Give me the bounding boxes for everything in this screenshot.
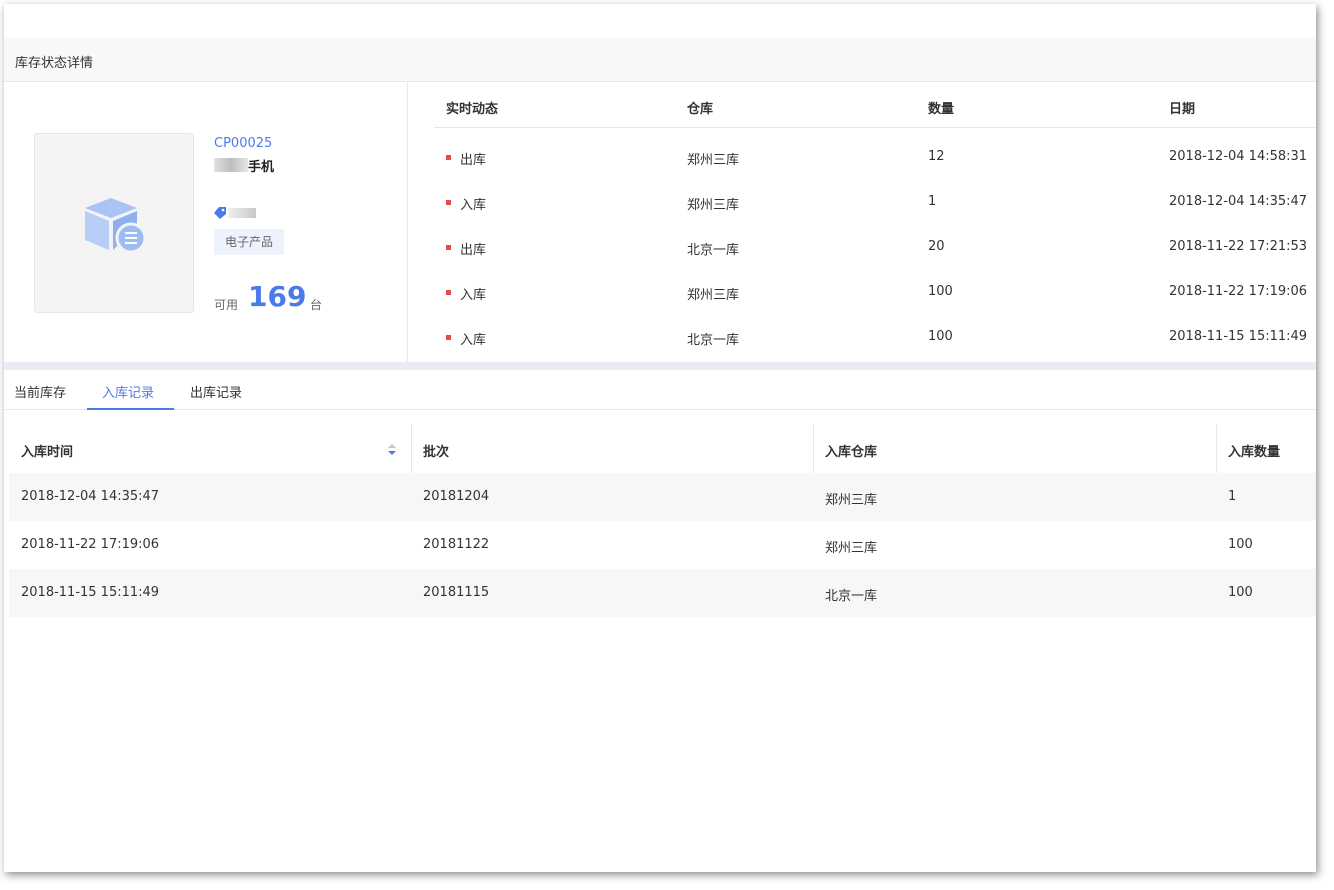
col-batch: 批次 <box>423 445 450 460</box>
category-tag: 电子产品 <box>214 229 284 255</box>
product-name: 手机 <box>248 160 275 175</box>
activity-row: 入库 郑州三库 100 2018-11-22 17:19:06 <box>434 269 1316 314</box>
activity-warehouse: 郑州三库 <box>687 198 740 213</box>
redacted-brand-name <box>214 158 248 172</box>
activity-warehouse: 郑州三库 <box>687 288 740 303</box>
activity-date: 2018-11-15 15:11:49 <box>1169 329 1308 344</box>
inventory-detail-window: 库存状态详情 CP00025 手机 电子产品 可用 169 台 实时动态 仓库 … <box>4 4 1316 872</box>
activity-type: 出库 <box>460 153 487 168</box>
activity-qty: 100 <box>928 284 953 299</box>
table-row[interactable]: 2018-11-22 17:19:06 20181122 郑州三库 100 <box>9 521 1316 569</box>
activity-type: 出库 <box>460 243 487 258</box>
table-row[interactable]: 2018-12-04 14:35:47 20181204 郑州三库 1 <box>9 473 1316 521</box>
activity-qty: 20 <box>928 239 945 254</box>
record-tabs: 当前库存 入库记录 出库记录 <box>4 370 1316 410</box>
activity-type: 入库 <box>460 198 487 213</box>
status-dot <box>446 335 451 340</box>
activity-warehouse: 北京一库 <box>687 243 740 258</box>
cell-time: 2018-11-22 17:19:06 <box>21 537 160 552</box>
activity-row: 出库 郑州三库 12 2018-12-04 14:58:31 <box>434 134 1316 179</box>
section-divider <box>4 362 1316 370</box>
activity-header: 实时动态 仓库 数量 日期 <box>434 82 1316 128</box>
cell-warehouse: 郑州三库 <box>825 541 878 556</box>
activity-feed: 实时动态 仓库 数量 日期 出库 郑州三库 12 2018-12-04 14:5… <box>434 82 1316 362</box>
cell-time: 2018-12-04 14:35:47 <box>21 489 160 504</box>
column-divider <box>813 424 814 473</box>
status-dot <box>446 245 451 250</box>
activity-qty: 100 <box>928 329 953 344</box>
status-dot <box>446 155 451 160</box>
status-dot <box>446 290 451 295</box>
product-card: CP00025 手机 电子产品 可用 169 台 <box>4 82 408 362</box>
cell-warehouse: 郑州三库 <box>825 493 878 508</box>
page-title: 库存状态详情 <box>15 56 94 71</box>
activity-col-qty: 数量 <box>928 102 955 117</box>
cell-time: 2018-11-15 15:11:49 <box>21 585 160 600</box>
activity-date: 2018-11-22 17:21:53 <box>1169 239 1308 254</box>
tab-outbound-records[interactable]: 出库记录 <box>190 382 242 401</box>
cell-batch: 20181122 <box>423 537 490 552</box>
tag-icon <box>214 207 226 219</box>
status-dot <box>446 200 451 205</box>
product-image <box>34 133 194 313</box>
available-unit: 台 <box>310 298 323 312</box>
activity-col-warehouse: 仓库 <box>687 102 714 117</box>
column-divider <box>411 424 412 473</box>
col-inbound-qty: 入库数量 <box>1228 445 1281 460</box>
panel-header: 库存状态详情 <box>4 38 1316 82</box>
activity-qty: 12 <box>928 149 945 164</box>
col-inbound-warehouse: 入库仓库 <box>825 445 878 460</box>
cell-batch: 20181204 <box>423 489 490 504</box>
activity-row: 出库 北京一库 20 2018-11-22 17:21:53 <box>434 224 1316 269</box>
activity-type: 入库 <box>460 333 487 348</box>
activity-type: 入库 <box>460 288 487 303</box>
redacted-brand-label <box>228 208 256 218</box>
activity-qty: 1 <box>928 194 937 209</box>
available-count: 169 <box>248 280 307 313</box>
activity-col-date: 日期 <box>1169 102 1196 117</box>
activity-warehouse: 郑州三库 <box>687 153 740 168</box>
activity-date: 2018-12-04 14:35:47 <box>1169 194 1308 209</box>
activity-col-type: 实时动态 <box>446 102 499 117</box>
cell-warehouse: 北京一库 <box>825 589 878 604</box>
cell-qty: 100 <box>1228 585 1253 600</box>
col-inbound-time[interactable]: 入库时间 <box>21 441 73 460</box>
cell-qty: 1 <box>1228 489 1237 504</box>
table-row[interactable]: 2018-11-15 15:11:49 20181115 北京一库 100 <box>9 569 1316 617</box>
active-tab-indicator <box>87 408 174 410</box>
activity-date: 2018-12-04 14:58:31 <box>1169 149 1308 164</box>
activity-date: 2018-11-22 17:19:06 <box>1169 284 1308 299</box>
brand-tag-row <box>214 206 274 220</box>
sort-icon[interactable] <box>387 444 397 456</box>
activity-row: 入库 郑州三库 1 2018-12-04 14:35:47 <box>434 179 1316 224</box>
activity-row: 入库 北京一库 100 2018-11-15 15:11:49 <box>434 314 1316 359</box>
available-label: 可用 <box>214 298 239 312</box>
tab-inbound-records[interactable]: 入库记录 <box>102 382 154 401</box>
tab-current-stock[interactable]: 当前库存 <box>14 382 66 401</box>
product-code-link[interactable]: CP00025 <box>214 136 272 151</box>
activity-warehouse: 北京一库 <box>687 333 740 348</box>
product-box-icon <box>85 198 147 254</box>
cell-qty: 100 <box>1228 537 1253 552</box>
table-header: 入库时间 批次 入库仓库 入库数量 <box>9 424 1316 473</box>
cell-batch: 20181115 <box>423 585 490 600</box>
column-divider <box>1216 424 1217 473</box>
